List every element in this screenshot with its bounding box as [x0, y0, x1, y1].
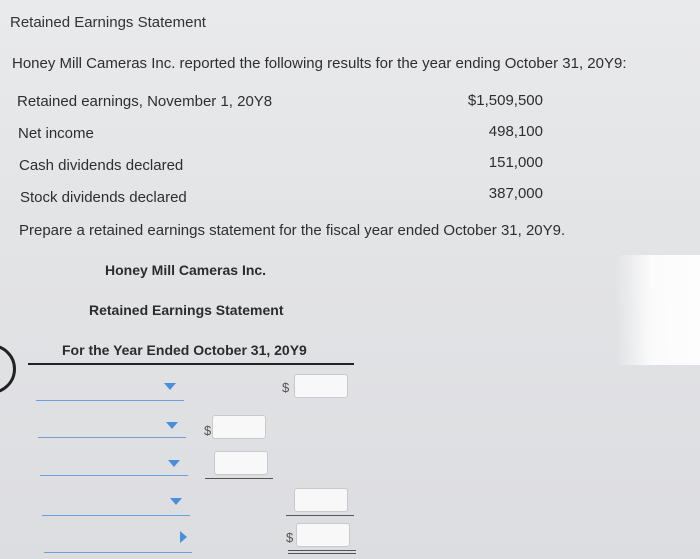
statement-name: Retained Earnings Statement — [89, 302, 284, 318]
statement-company: Honey Mill Cameras Inc. — [105, 262, 267, 278]
given-value-stock-dividends: 387,000 — [488, 185, 543, 202]
page-title: Retained Earnings Statement — [10, 14, 206, 31]
given-value-cash-dividends: 151,000 — [488, 154, 543, 171]
dropdown-arrow-icon[interactable] — [164, 383, 176, 390]
dollar-sign: $ — [282, 380, 290, 395]
dropdown-underline — [36, 400, 184, 401]
given-label-cash-dividends: Cash dividends declared — [19, 157, 184, 174]
dropdown-underline — [42, 515, 190, 516]
dollar-sign: $ — [204, 423, 212, 438]
statement-period: For the Year Ended October 31, 20Y9 — [62, 342, 307, 358]
dropdown-arrow-icon[interactable] — [168, 460, 180, 467]
double-underline-bottom — [288, 553, 356, 554]
given-label-net-income: Net income — [18, 125, 94, 142]
given-value-retained: $1,509,500 — [467, 92, 543, 109]
screen-glare — [615, 255, 700, 365]
instruction-text: Prepare a retained earnings statement fo… — [19, 222, 566, 239]
dropdown-arrow-icon[interactable] — [180, 531, 187, 543]
cursor-ring — [0, 344, 16, 394]
double-underline-top — [288, 550, 356, 551]
amount-input-total-dividends[interactable] — [294, 488, 348, 512]
header-rule — [28, 363, 354, 365]
dollar-sign: $ — [286, 530, 294, 545]
amount-input-beginning[interactable] — [294, 374, 348, 398]
dropdown-underline — [44, 552, 192, 553]
dropdown-arrow-icon[interactable] — [166, 422, 178, 429]
subtotal-underline — [205, 478, 273, 479]
amount-input-dividends-2[interactable] — [214, 451, 268, 475]
dropdown-underline — [40, 475, 188, 476]
subtotal-underline — [286, 515, 354, 516]
amount-input-dividends-1[interactable] — [212, 415, 266, 439]
given-label-retained: Retained earnings, November 1, 20Y8 — [17, 93, 273, 110]
dropdown-arrow-icon[interactable] — [170, 498, 182, 505]
given-label-stock-dividends: Stock dividends declared — [20, 189, 187, 206]
amount-input-ending[interactable] — [296, 523, 350, 547]
dropdown-underline — [38, 437, 186, 438]
problem-intro: Honey Mill Cameras Inc. reported the fol… — [12, 55, 627, 72]
given-value-net-income: 498,100 — [488, 123, 543, 140]
